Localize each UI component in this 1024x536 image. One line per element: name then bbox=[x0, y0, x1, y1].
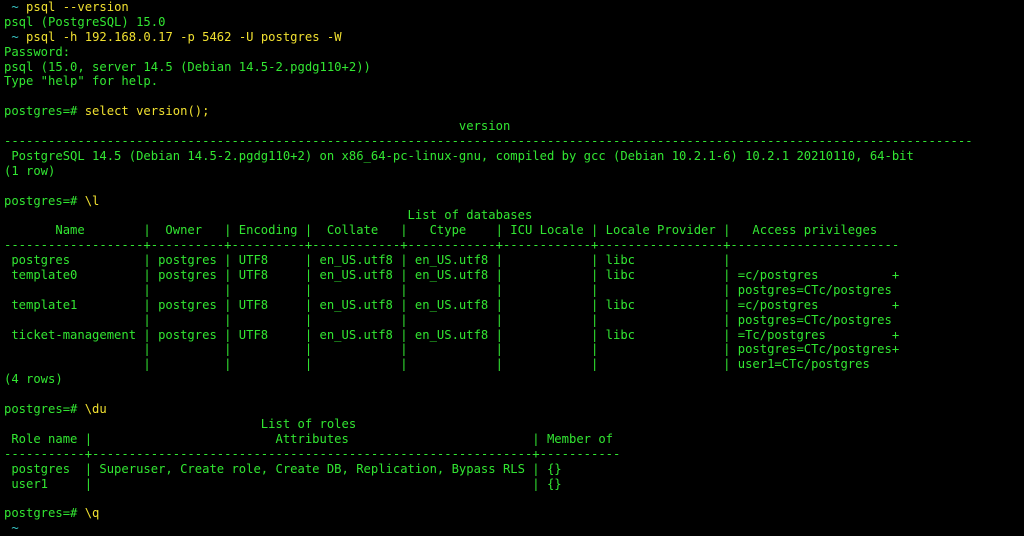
psql-command: \l bbox=[84, 193, 100, 208]
output-line: ----------------------------------------… bbox=[4, 134, 1020, 149]
psql-prompt: postgres=# bbox=[4, 402, 85, 417]
output-line: psql (15.0, server 14.5 (Debian 14.5-2.p… bbox=[4, 60, 1020, 75]
output-text: List of roles bbox=[4, 416, 357, 431]
output-line: ticket-management | postgres | UTF8 | en… bbox=[4, 328, 1020, 343]
output-line: -------------------+----------+---------… bbox=[4, 238, 1020, 253]
output-text: | | | | | | | postgres=CTc/postgres bbox=[4, 282, 892, 297]
output-line: (4 rows) bbox=[4, 372, 1020, 387]
output-text: ----------------------------------------… bbox=[4, 134, 973, 149]
output-text: postgres | postgres | UTF8 | en_US.utf8 … bbox=[4, 253, 731, 268]
output-line: -----------+----------------------------… bbox=[4, 447, 1020, 462]
output-line: PostgreSQL 14.5 (Debian 14.5-2.pgdg110+2… bbox=[4, 149, 1020, 164]
shell-prompt-line: ~ psql -h 192.168.0.17 -p 5462 -U postgr… bbox=[4, 30, 1020, 45]
output-text: template1 | postgres | UTF8 | en_US.utf8… bbox=[4, 297, 900, 312]
output-line: user1 | | {} bbox=[4, 477, 1020, 492]
psql-prompt: postgres=# bbox=[4, 104, 85, 119]
output-text: Role name | Attributes | Member of bbox=[4, 431, 614, 446]
output-line: template0 | postgres | UTF8 | en_US.utf8… bbox=[4, 268, 1020, 283]
output-line: version bbox=[4, 119, 1020, 134]
output-text: -------------------+----------+---------… bbox=[4, 238, 900, 253]
shell-command: psql --version bbox=[26, 0, 129, 14]
output-text: -----------+----------------------------… bbox=[4, 446, 621, 461]
output-text: List of databases bbox=[4, 208, 533, 223]
output-line: Password: bbox=[4, 45, 1020, 60]
output-line: (1 row) bbox=[4, 164, 1020, 179]
output-line: | | | | | | | postgres=CTc/postgres bbox=[4, 313, 1020, 328]
output-text: PostgreSQL 14.5 (Debian 14.5-2.pgdg110+2… bbox=[4, 148, 914, 163]
shell-command: psql -h 192.168.0.17 -p 5462 -U postgres… bbox=[26, 29, 342, 44]
output-text: template0 | postgres | UTF8 | en_US.utf8… bbox=[4, 268, 900, 283]
terminal-window[interactable]: ~ psql --version psql (PostgreSQL) 15.0 ~… bbox=[4, 0, 1020, 536]
output-text: | | | | | | | postgres=CTc/postgres bbox=[4, 312, 892, 327]
output-text: user1 | | {} bbox=[4, 476, 562, 491]
psql-prompt: postgres=# bbox=[4, 193, 85, 208]
output-line: List of roles bbox=[4, 417, 1020, 432]
output-text: postgres | Superuser, Create role, Creat… bbox=[4, 461, 562, 476]
output-line: psql (PostgreSQL) 15.0 bbox=[4, 15, 1020, 30]
psql-command: \q bbox=[84, 506, 100, 521]
output-line: postgres | Superuser, Create role, Creat… bbox=[4, 462, 1020, 477]
shell-prompt-line: ~ psql --version bbox=[4, 0, 1020, 15]
output-line: List of databases bbox=[4, 208, 1020, 223]
output-text: | | | | | | | user1=CTc/postgres bbox=[4, 357, 870, 372]
output-line: | | | | | | | postgres=CTc/postgres bbox=[4, 283, 1020, 298]
output-line: Type "help" for help. bbox=[4, 74, 1020, 89]
psql-prompt-line: postgres=# \du bbox=[4, 402, 1020, 417]
output-text: Name | Owner | Encoding | Collate | Ctyp… bbox=[4, 223, 878, 238]
output-line: Name | Owner | Encoding | Collate | Ctyp… bbox=[4, 223, 1020, 238]
prompt-tilde: ~ bbox=[11, 29, 19, 44]
prompt-tilde: ~ bbox=[11, 521, 19, 536]
prompt-tilde: ~ bbox=[11, 0, 19, 14]
output-text: psql (15.0, server 14.5 (Debian 14.5-2.p… bbox=[4, 59, 371, 74]
psql-command: select version(); bbox=[84, 104, 210, 119]
psql-prompt: postgres=# bbox=[4, 506, 85, 521]
output-text: psql (PostgreSQL) 15.0 bbox=[4, 14, 166, 29]
output-text: ticket-management | postgres | UTF8 | en… bbox=[4, 327, 900, 342]
output-line: | | | | | | | postgres=CTc/postgres+ bbox=[4, 342, 1020, 357]
output-line: Role name | Attributes | Member of bbox=[4, 432, 1020, 447]
output-text: Type "help" for help. bbox=[4, 74, 159, 89]
psql-prompt-line: postgres=# \l bbox=[4, 194, 1020, 209]
psql-prompt-line: postgres=# select version(); bbox=[4, 104, 1020, 119]
output-text: (1 row) bbox=[4, 163, 56, 178]
output-line: | | | | | | | user1=CTc/postgres bbox=[4, 357, 1020, 372]
output-line: template1 | postgres | UTF8 | en_US.utf8… bbox=[4, 298, 1020, 313]
psql-command: \du bbox=[84, 402, 107, 417]
psql-prompt-line: postgres=# \q bbox=[4, 506, 1020, 521]
output-text: version bbox=[4, 119, 511, 134]
output-text: | | | | | | | postgres=CTc/postgres+ bbox=[4, 342, 900, 357]
output-text: (4 rows) bbox=[4, 372, 63, 387]
output-line: postgres | postgres | UTF8 | en_US.utf8 … bbox=[4, 253, 1020, 268]
output-text: Password: bbox=[4, 44, 71, 59]
